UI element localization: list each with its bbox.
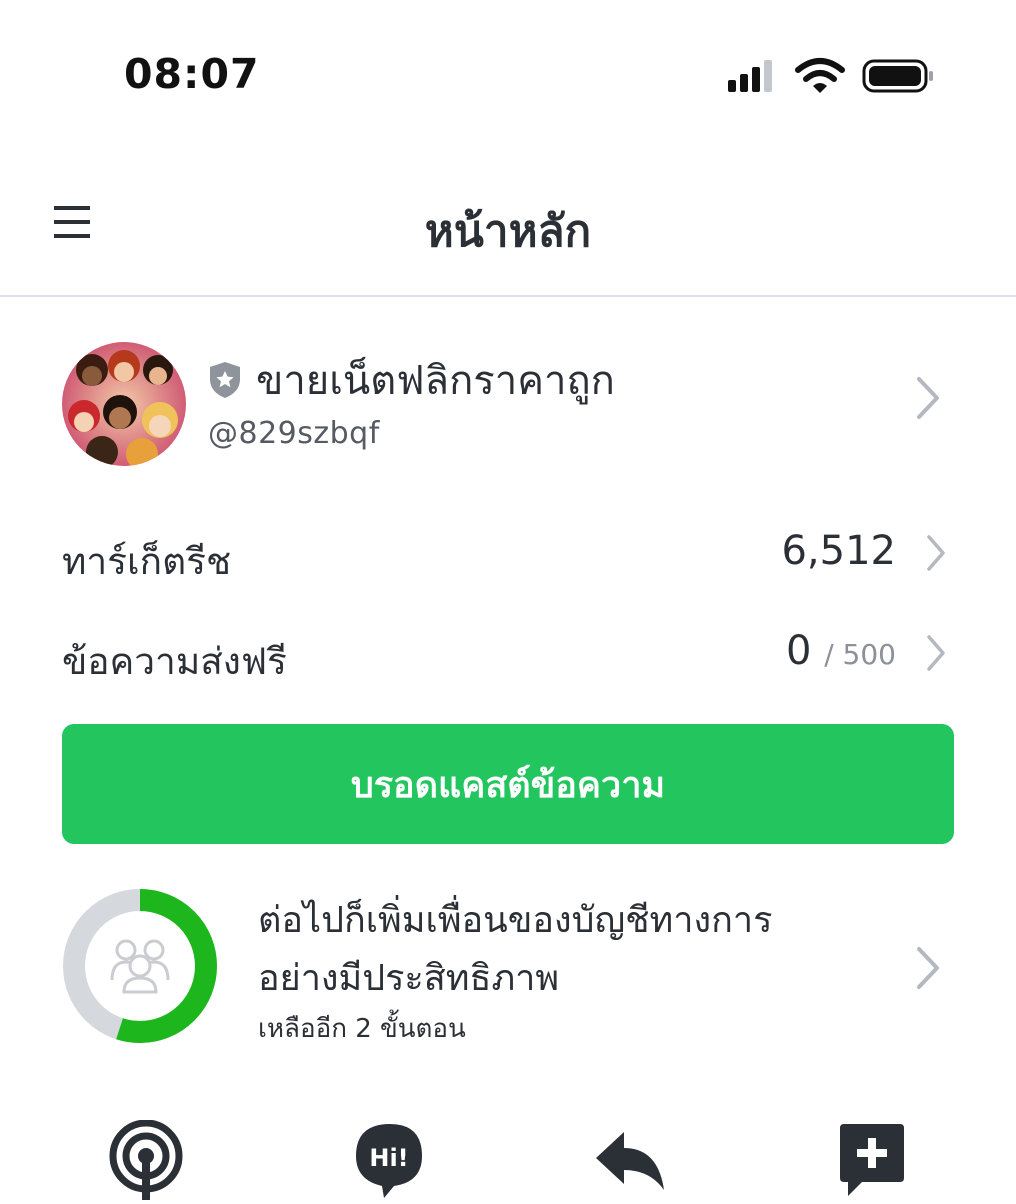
setup-progress-card[interactable]: ต่อไปก็เพิ่มเพื่อนของบัญชีทางการ อย่างมี… [0, 870, 1016, 1060]
chevron-right-icon [917, 947, 939, 989]
free-messages-quota: / 500 [824, 638, 896, 671]
greeting-hi-icon[interactable]: Hi! [350, 1120, 430, 1200]
account-name: ขายเน็ตฟลิกราคาถูก [256, 358, 615, 404]
chevron-right-icon [917, 377, 939, 419]
status-bar: 08:07 [0, 0, 1016, 150]
avatar [62, 342, 186, 466]
cellular-signal-icon [728, 60, 772, 92]
progress-remaining-steps: เหลืออีก 2 ขั้นตอน [258, 1014, 466, 1044]
progress-title-line1: ต่อไปก็เพิ่มเพื่อนของบัญชีทางการ [258, 900, 773, 941]
chevron-right-icon [927, 635, 945, 671]
broadcast-message-button[interactable]: บรอดแคสต์ข้อความ [62, 724, 954, 844]
header: หน้าหลัก [0, 150, 1016, 297]
free-messages-row[interactable]: ข้อความส่งฟรี 0 / 500 [0, 614, 1016, 694]
battery-icon [862, 59, 933, 93]
account-id: @829szbqf [208, 416, 380, 451]
chevron-right-icon [927, 535, 945, 571]
account-profile-row[interactable]: ขายเน็ตฟลิกราคาถูก @829szbqf [0, 320, 1016, 490]
page-title: หน้าหลัก [424, 206, 592, 257]
target-reach-value: 6,512 [781, 528, 896, 574]
status-icons [724, 56, 944, 96]
auto-reply-icon[interactable] [592, 1120, 672, 1200]
svg-text:Hi!: Hi! [369, 1144, 408, 1172]
wifi-icon [795, 58, 845, 93]
target-reach-label: ทาร์เก็ตรีช [62, 540, 232, 583]
progress-donut [63, 889, 217, 1043]
free-messages-value: 0 / 500 [786, 628, 896, 674]
bottom-shortcuts: Hi! [0, 1119, 1016, 1200]
broadcast-antenna-icon[interactable] [106, 1119, 186, 1200]
add-post-icon[interactable] [834, 1120, 914, 1200]
free-messages-count: 0 [786, 628, 812, 674]
progress-title: ต่อไปก็เพิ่มเพื่อนของบัญชีทางการ อย่างมี… [258, 892, 878, 1008]
progress-title-line2: อย่างมีประสิทธิภาพ [258, 958, 560, 999]
account-name-row: ขายเน็ตฟลิกราคาถูก [208, 348, 615, 412]
target-reach-row[interactable]: ทาร์เก็ตรีช 6,512 [0, 514, 1016, 594]
free-messages-label: ข้อความส่งฟรี [62, 640, 287, 683]
status-time: 08:07 [124, 50, 260, 98]
verified-shield-icon [210, 362, 240, 398]
